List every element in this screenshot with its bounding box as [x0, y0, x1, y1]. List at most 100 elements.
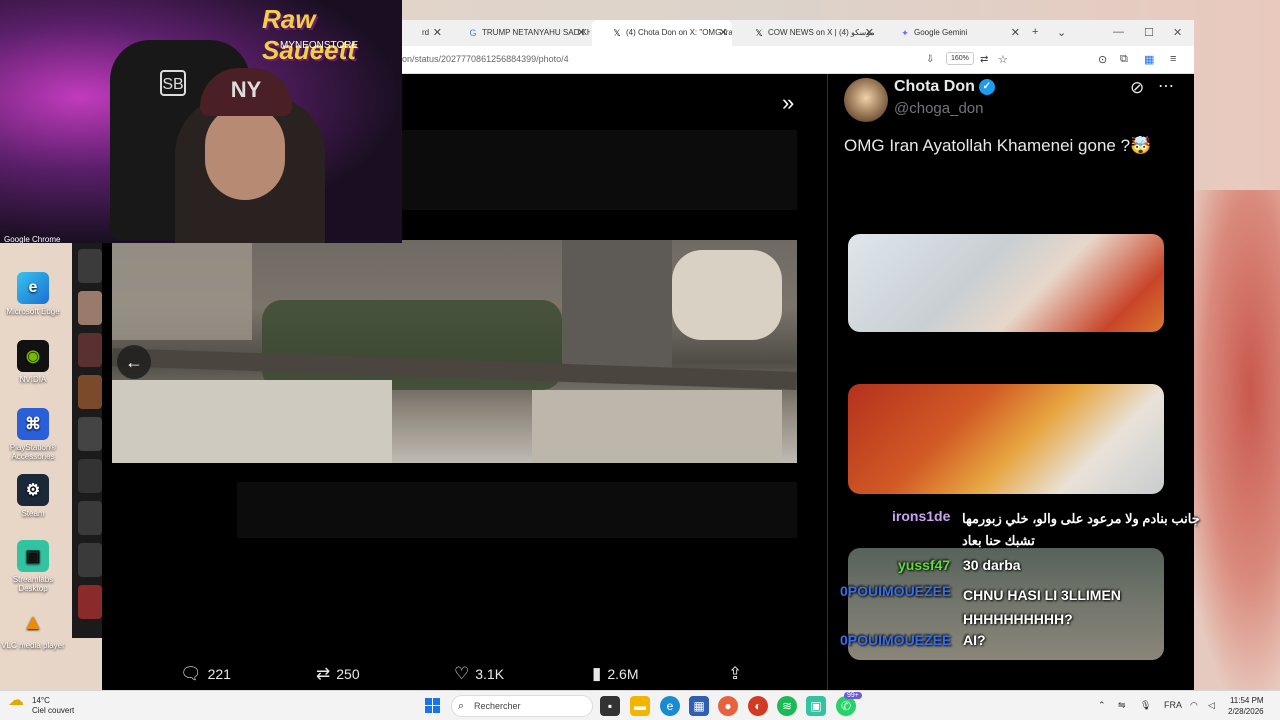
vlc-icon: ▲: [22, 609, 44, 634]
x-logo-icon: 𝕏: [613, 27, 621, 38]
chair-logo: SB: [160, 70, 186, 96]
share-button[interactable]: ⇪: [728, 664, 742, 684]
clock[interactable]: 11:54 PM 2/28/2026: [1228, 695, 1264, 717]
side-thumb[interactable]: [78, 333, 102, 367]
wallpaper-accent: [1180, 190, 1280, 690]
translate-ext-icon[interactable]: ▦: [1144, 53, 1154, 66]
minimize-icon[interactable]: —: [1113, 26, 1124, 38]
more-options-icon[interactable]: ⋯: [1158, 76, 1174, 96]
taskbar: ☁ 14°C Ciel couvert ⌕ Rechercher ▪ ▬ e ▦…: [0, 690, 1280, 720]
desktop-icon-edge[interactable]: e Microsoft Edge: [0, 272, 66, 316]
tweet-media-2[interactable]: [848, 384, 1164, 494]
streamer-face: [205, 105, 285, 200]
tweet-text: OMG Iran Ayatollah Khamenei gone ?🤯: [844, 136, 1152, 155]
like-button[interactable]: ♡ 3.1K: [454, 664, 504, 684]
side-thumb[interactable]: [78, 501, 102, 535]
desktop-icon-vlc[interactable]: ▲ VLC media player: [0, 606, 66, 650]
google-icon: G: [469, 27, 477, 38]
neon-sign-sub: MYNEONSTORE: [280, 40, 359, 51]
share-icon: ⇪: [728, 664, 743, 683]
download-icon[interactable]: ⇩: [926, 54, 934, 65]
tab-5[interactable]: ✦ Google Gemini ✕: [880, 20, 1024, 46]
side-thumb[interactable]: [78, 375, 102, 409]
side-thumb[interactable]: [78, 585, 102, 619]
previous-photo-button[interactable]: ←: [117, 345, 151, 379]
grok-icon[interactable]: ⊘: [1130, 78, 1144, 98]
obs-app-icon[interactable]: ◐: [748, 696, 768, 716]
account-icon[interactable]: ⊙: [1098, 53, 1107, 66]
webcam-overlay: SB NY Raw Saueett MYNEONSTORE Google Chr…: [0, 0, 402, 243]
expand-panel-icon[interactable]: »: [782, 90, 794, 116]
desktop-icon-playstation[interactable]: ⌘ PlayStation® Accessories: [0, 408, 66, 461]
tab-1[interactable]: rd ✕: [402, 20, 446, 46]
tab-3-active[interactable]: 𝕏 (4) Chota Don on X: "OMG Ira ✕: [592, 20, 732, 46]
close-icon[interactable]: ✕: [719, 20, 728, 46]
menu-icon[interactable]: ≡: [1170, 53, 1176, 65]
store-icon[interactable]: ▦: [689, 696, 709, 716]
side-thumb[interactable]: [78, 417, 102, 451]
close-icon[interactable]: ✕: [1011, 20, 1020, 46]
tab-bar: rd✕ GTRUMP NETANYAHU SAD KHAME✕ 𝕏(4) Cho…: [402, 20, 1194, 46]
tab-4[interactable]: 𝕏 COW NEWS on X | موسكو (4) ✕: [734, 20, 878, 46]
views-button[interactable]: ▮ 2.6M: [592, 664, 638, 684]
maximize-icon[interactable]: ☐: [1144, 26, 1154, 39]
file-explorer-icon[interactable]: ▬: [630, 696, 650, 716]
edge-icon: e: [17, 272, 49, 304]
spotify-icon[interactable]: ≋: [777, 696, 797, 716]
zoom-level[interactable]: 160%: [946, 52, 974, 65]
tab-2[interactable]: GTRUMP NETANYAHU SAD KHAME✕: [448, 20, 590, 46]
desktop-label: Google Chrome: [4, 235, 61, 243]
backdrop-shade: [237, 482, 797, 538]
desktop-icon-nvidia[interactable]: ◉ NVIDIA: [0, 340, 66, 384]
chevron-down-icon[interactable]: ⌄: [1057, 26, 1066, 39]
task-view-icon[interactable]: ▪: [600, 696, 620, 716]
reply-button[interactable]: 🗨 221: [180, 664, 231, 684]
tweet-media-3[interactable]: [848, 548, 1164, 660]
close-icon[interactable]: ✕: [577, 20, 586, 46]
nvidia-icon: ◉: [17, 340, 49, 372]
edge-taskbar-icon[interactable]: e: [660, 696, 680, 716]
streamlabs-icon: ▣: [17, 540, 49, 572]
desktop-icon-steam[interactable]: ⚙ Steam: [0, 474, 66, 518]
network-tray-icon[interactable]: ⇋: [1118, 700, 1126, 711]
address-bar: on/status/2027770861256884399/photo/4 ⇩ …: [402, 46, 1194, 74]
streamlabs-taskbar-icon[interactable]: ▣: [806, 696, 826, 716]
whatsapp-icon[interactable]: ✆: [836, 696, 856, 716]
star-icon[interactable]: ☆: [998, 53, 1008, 66]
start-button[interactable]: [425, 698, 440, 713]
neon-sign: Raw Saueett: [262, 4, 356, 65]
mic-icon[interactable]: 🎙: [1140, 700, 1151, 711]
handle[interactable]: @choga_don: [894, 100, 983, 117]
new-tab-icon[interactable]: +: [1032, 26, 1038, 38]
side-thumb[interactable]: [78, 543, 102, 577]
close-window-icon[interactable]: ✕: [1173, 26, 1182, 39]
language-indicator[interactable]: FRA: [1164, 700, 1182, 710]
side-thumb[interactable]: [78, 291, 102, 325]
extensions-icon[interactable]: ⧉: [1120, 53, 1128, 66]
close-icon[interactable]: ✕: [865, 20, 874, 46]
side-thumb[interactable]: [78, 459, 102, 493]
chevron-up-icon[interactable]: ⌃: [1098, 700, 1106, 711]
tweet-panel: Chota Don ✓ @choga_don ⊘ ⋯ OMG Iran Ayato…: [827, 74, 1194, 690]
url-field[interactable]: on/status/2027770861256884399/photo/4: [402, 54, 569, 64]
close-icon[interactable]: ✕: [433, 20, 442, 46]
verified-badge-icon: ✓: [978, 78, 995, 95]
taskbar-search[interactable]: ⌕ Rechercher: [451, 695, 593, 717]
tweet-photo[interactable]: [112, 240, 797, 463]
side-thumb[interactable]: [78, 249, 102, 283]
retweet-button[interactable]: ⇄ 250: [316, 664, 360, 684]
desktop-icon-streamlabs[interactable]: ▣ Streamlabs Desktop: [0, 540, 66, 593]
weather-widget[interactable]: ☁ 14°C Ciel couvert: [8, 692, 74, 716]
firefox-icon[interactable]: ●: [718, 696, 738, 716]
reply-icon: 🗨: [180, 664, 202, 683]
weather-icon: ☁: [8, 692, 24, 709]
wifi-icon[interactable]: ◠: [1190, 700, 1198, 711]
translate-icon[interactable]: ⇄: [980, 54, 988, 65]
volume-icon[interactable]: ◁: [1208, 700, 1215, 711]
display-name[interactable]: Chota Don ✓: [894, 78, 995, 96]
retweet-icon: ⇄: [316, 664, 331, 683]
playstation-icon: ⌘: [17, 408, 49, 440]
avatar[interactable]: [844, 78, 888, 122]
views-icon: ▮: [592, 664, 602, 683]
tweet-media-1[interactable]: [848, 234, 1164, 332]
